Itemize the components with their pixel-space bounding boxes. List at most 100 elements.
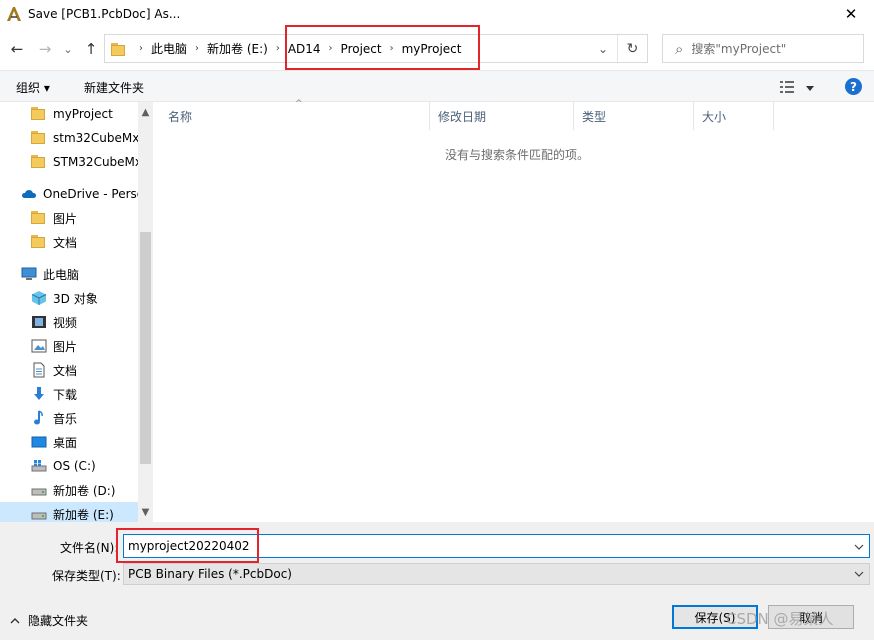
sidebar-item-drive-c[interactable]: OS (C:) xyxy=(0,454,138,478)
filename-value: myproject20220402 xyxy=(128,539,250,553)
column-header-label: 类型 xyxy=(582,109,607,124)
sidebar-item-label: 此电脑 xyxy=(43,267,80,282)
sidebar-item-label: 图片 xyxy=(53,339,78,354)
chevron-down-icon xyxy=(854,544,864,550)
sidebar-item-label: 桌面 xyxy=(53,435,78,450)
picture-icon xyxy=(31,338,47,354)
forward-button[interactable]: → xyxy=(36,40,54,58)
organize-menu-button[interactable]: 组织 ▾ xyxy=(16,79,50,96)
breadcrumb-separator[interactable]: › xyxy=(325,43,337,54)
sidebar-item-myproject[interactable]: myProject xyxy=(0,102,138,126)
chevron-up-icon: ▲ xyxy=(141,106,150,118)
filetype-label: 保存类型(T): xyxy=(52,569,121,583)
change-view-button[interactable] xyxy=(780,79,820,95)
filename-history-dropdown[interactable] xyxy=(853,541,865,553)
chevron-up-icon xyxy=(10,617,20,623)
folder-icon xyxy=(31,130,47,146)
sidebar-item-label: OS (C:) xyxy=(53,459,96,473)
folder-icon xyxy=(31,154,47,170)
sidebar-item-label: 新加卷 (D:) xyxy=(53,483,116,498)
refresh-icon: ↻ xyxy=(626,40,639,57)
filetype-select[interactable]: PCB Binary Files (*.PcbDoc) xyxy=(123,563,870,585)
windows-drive-icon xyxy=(31,458,47,474)
breadcrumb-separator[interactable]: › xyxy=(386,43,398,54)
sidebar-item-label: 文档 xyxy=(53,235,78,250)
sidebar-item-3d-objects[interactable]: 3D 对象 xyxy=(0,286,138,310)
chevron-down-icon: ⌄ xyxy=(63,42,73,56)
sidebar-item-pictures[interactable]: 图片 xyxy=(0,334,138,358)
column-header-label: 修改日期 xyxy=(438,109,487,124)
forward-arrow-icon: → xyxy=(38,40,52,58)
filetype-value: PCB Binary Files (*.PcbDoc) xyxy=(128,567,292,581)
desktop-icon xyxy=(31,434,47,450)
breadcrumb-separator[interactable]: › xyxy=(191,43,203,54)
sidebar-scrollbar[interactable]: ▲ ▼ xyxy=(138,102,153,522)
sidebar-item-stm32cubemx[interactable]: stm32CubeMx xyxy=(0,126,138,150)
sidebar-item-label: myProject xyxy=(53,107,113,121)
breadcrumb-separator[interactable]: › xyxy=(272,43,284,54)
file-list-pane[interactable]: 名称 ^ 修改日期 类型 大小 没有与搜索条件匹配的项。 xyxy=(160,99,874,522)
sidebar-item-downloads[interactable]: 下载 xyxy=(0,382,138,406)
breadcrumb-drive-e[interactable]: 新加卷 (E:) xyxy=(203,40,272,57)
sidebar-item-label: 文档 xyxy=(53,363,78,378)
breadcrumb-ad14[interactable]: AD14 xyxy=(284,42,325,56)
column-header-size[interactable]: 大小 xyxy=(694,102,774,130)
back-button[interactable]: ← xyxy=(8,40,26,58)
sidebar-item-label: STM32CubeMx xyxy=(53,155,138,169)
document-icon xyxy=(31,362,47,378)
sidebar-item-label: 下载 xyxy=(53,387,78,402)
navigation-pane: myProject stm32CubeMx STM32CubeMx OneDri… xyxy=(0,102,153,522)
sidebar-item-documents[interactable]: 文档 xyxy=(0,358,138,382)
scroll-up-button[interactable]: ▲ xyxy=(138,104,153,120)
sidebar-item-drive-d[interactable]: 新加卷 (D:) xyxy=(0,478,138,502)
scroll-down-button[interactable]: ▼ xyxy=(138,504,153,520)
new-folder-button[interactable]: 新建文件夹 xyxy=(84,79,144,96)
sidebar-item-onedrive[interactable]: OneDrive - Personal xyxy=(0,182,138,206)
view-details-icon xyxy=(780,81,794,93)
up-arrow-icon: ↑ xyxy=(84,40,98,58)
download-icon xyxy=(31,386,47,402)
breadcrumb-this-pc[interactable]: 此电脑 xyxy=(147,40,191,57)
scrollbar-thumb[interactable] xyxy=(140,232,151,464)
drive-icon xyxy=(31,482,47,498)
hide-folders-label: 隐藏文件夹 xyxy=(28,614,89,628)
breadcrumb-separator: › xyxy=(139,43,143,54)
up-button[interactable]: ↑ xyxy=(82,40,100,58)
column-header-label: 大小 xyxy=(702,109,727,124)
folder-icon xyxy=(31,106,47,122)
column-header-type[interactable]: 类型 xyxy=(574,102,694,130)
back-arrow-icon: ← xyxy=(10,40,24,58)
address-bar[interactable]: › 此电脑 › 新加卷 (E:) › AD14 › Project › myPr… xyxy=(104,34,648,63)
sidebar-item-onedrive-pictures[interactable]: 图片 xyxy=(0,206,138,230)
save-form: 文件名(N): myproject20220402 保存类型(T): PCB B… xyxy=(0,522,874,640)
folder-icon xyxy=(31,234,47,250)
column-header-date-modified[interactable]: 修改日期 xyxy=(430,102,574,130)
breadcrumb-project[interactable]: Project xyxy=(337,42,386,56)
search-input[interactable]: ⌕ 搜索"myProject" xyxy=(662,34,864,63)
close-icon: ✕ xyxy=(844,5,858,23)
address-history-dropdown[interactable]: ⌄ xyxy=(593,39,613,59)
refresh-button[interactable]: ↻ xyxy=(617,35,647,62)
close-button[interactable]: ✕ xyxy=(828,0,874,28)
sidebar-item-onedrive-documents[interactable]: 文档 xyxy=(0,230,138,254)
filename-input[interactable]: myproject20220402 xyxy=(123,534,870,558)
breadcrumb-myproject[interactable]: myProject xyxy=(398,42,466,56)
hide-folders-toggle[interactable]: 隐藏文件夹 xyxy=(10,612,88,629)
sidebar-item-this-pc[interactable]: 此电脑 xyxy=(0,262,138,286)
sidebar-item-label: 3D 对象 xyxy=(53,291,98,306)
filetype-dropdown[interactable] xyxy=(853,568,865,580)
sidebar-item-music[interactable]: 音乐 xyxy=(0,406,138,430)
folder-icon xyxy=(111,42,127,56)
sidebar-item-desktop[interactable]: 桌面 xyxy=(0,430,138,454)
column-header-name[interactable]: 名称 ^ xyxy=(160,99,430,130)
chevron-down-icon xyxy=(806,80,814,94)
search-placeholder: 搜索"myProject" xyxy=(691,42,787,56)
help-button[interactable]: ? xyxy=(845,78,862,95)
sidebar-item-videos[interactable]: 视频 xyxy=(0,310,138,334)
sort-ascending-icon: ^ xyxy=(295,99,303,109)
cloud-icon xyxy=(21,186,37,202)
sidebar-item-drive-e[interactable]: 新加卷 (E:) xyxy=(0,502,138,522)
sidebar-item-stm32cubemx-upper[interactable]: STM32CubeMx xyxy=(0,150,138,174)
help-icon: ? xyxy=(850,79,857,94)
recent-locations-button[interactable]: ⌄ xyxy=(62,40,74,58)
